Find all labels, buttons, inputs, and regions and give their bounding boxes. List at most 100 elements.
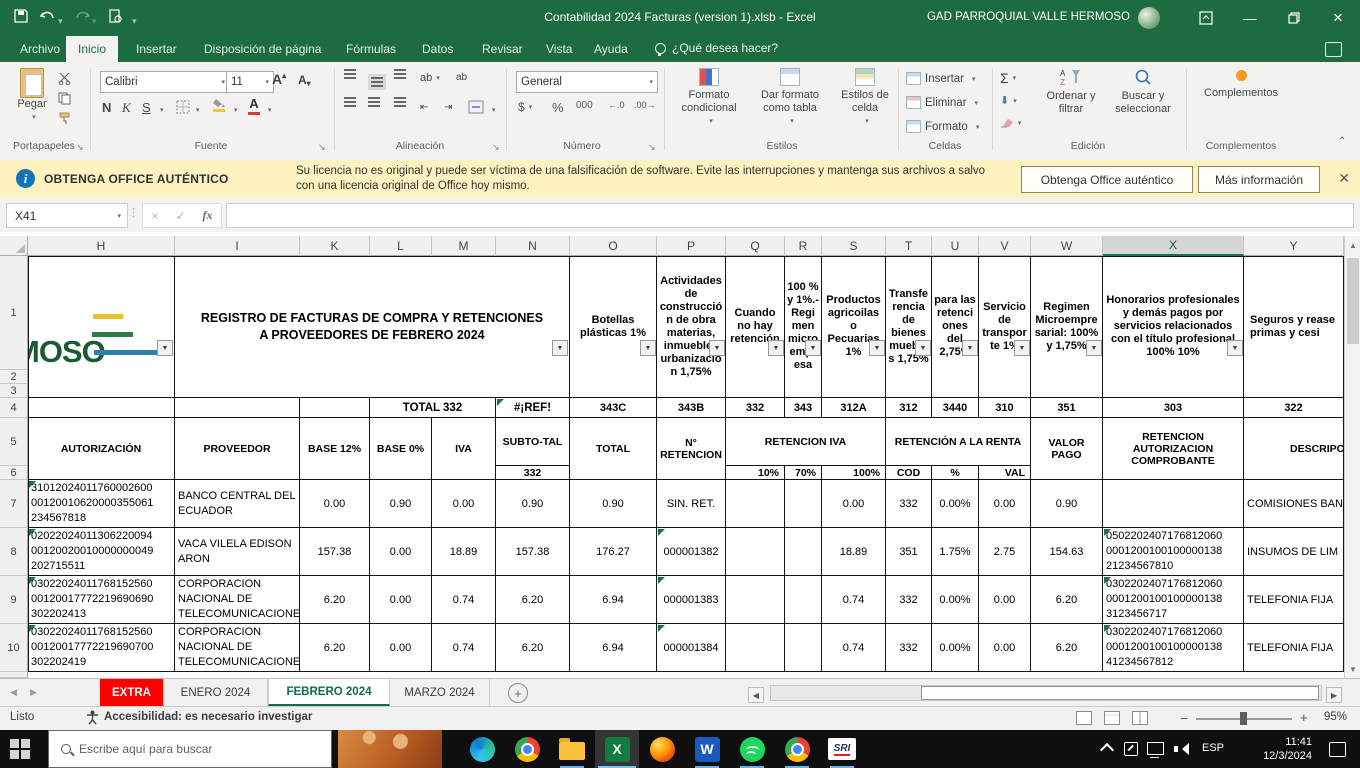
accessibility-status[interactable]: Accesibilidad: es necesario investigar bbox=[104, 711, 312, 723]
cell-H8[interactable]: 02022024011306220094 0012002001000000004… bbox=[28, 528, 175, 576]
header-retencion-iva[interactable]: RETENCION IVA bbox=[726, 418, 886, 466]
tab-disposicion[interactable]: Disposición de página bbox=[192, 36, 333, 62]
cell-Y1-header[interactable]: Seguros y rease primas y cesi bbox=[1244, 256, 1344, 398]
cell-T1-header[interactable]: Transferencia de bienes muebles 1,75% bbox=[886, 256, 932, 398]
cell-V8[interactable]: 2.75 bbox=[979, 528, 1031, 576]
cell-X4-code[interactable]: 303 bbox=[1103, 398, 1244, 418]
cell-H9[interactable]: 03022024011768152560 0012001777221969069… bbox=[28, 576, 175, 624]
column-header-M[interactable]: M bbox=[432, 236, 496, 256]
format-cells-button[interactable]: Formato ▾ bbox=[906, 120, 979, 133]
ribbon-display-options-icon[interactable] bbox=[1184, 0, 1228, 36]
wrap-text-icon[interactable]: ab bbox=[456, 72, 467, 83]
cell-K9[interactable]: 6.20 bbox=[300, 576, 370, 624]
cell-U10[interactable]: 0.00% bbox=[932, 624, 979, 672]
accounting-format-icon[interactable]: $ ▾ bbox=[518, 100, 532, 114]
cell-K8[interactable]: 157.38 bbox=[300, 528, 370, 576]
cell-Q4-code[interactable]: 332 bbox=[726, 398, 785, 418]
header-subtotal[interactable]: SUBTO-TAL bbox=[496, 418, 570, 466]
header-renta-pct[interactable]: % bbox=[932, 466, 979, 480]
cell-L7[interactable]: 0.90 bbox=[370, 480, 432, 528]
cell-K10[interactable]: 6.20 bbox=[300, 624, 370, 672]
insert-cells-button[interactable]: Insertar ▾ bbox=[906, 72, 976, 85]
cell-Q8[interactable] bbox=[726, 528, 785, 576]
column-header-T[interactable]: T bbox=[886, 236, 932, 256]
cell-W10[interactable]: 6.20 bbox=[1031, 624, 1103, 672]
cancel-entry-icon[interactable]: × bbox=[151, 209, 158, 223]
cell-H4[interactable] bbox=[28, 398, 175, 418]
taskbar-edge[interactable] bbox=[460, 730, 504, 768]
header-riva-100%[interactable]: 100% bbox=[822, 466, 886, 480]
bold-button[interactable]: N bbox=[102, 100, 111, 115]
account-avatar[interactable] bbox=[1138, 7, 1160, 29]
column-header-L[interactable]: L bbox=[370, 236, 432, 256]
header-n-retencion[interactable]: N° RETENCION bbox=[657, 418, 726, 480]
cell-Y10[interactable]: TELEFONIA FIJA bbox=[1244, 624, 1344, 672]
tab-inicio[interactable]: Inicio bbox=[66, 36, 119, 62]
cell-I9[interactable]: CORPORACION NACIONAL DE TELECOMUNICACION… bbox=[175, 576, 300, 624]
cell-M8[interactable]: 18.89 bbox=[432, 528, 496, 576]
fill-color-dropdown-icon[interactable]: ▾ bbox=[234, 106, 238, 114]
zoom-level[interactable]: 95% bbox=[1324, 711, 1347, 723]
column-header-H[interactable]: H bbox=[28, 236, 175, 256]
cell-K7[interactable]: 0.00 bbox=[300, 480, 370, 528]
page-layout-view-icon[interactable] bbox=[1104, 711, 1120, 725]
cell-K4[interactable] bbox=[300, 398, 370, 418]
cell-W4-code[interactable]: 351 bbox=[1031, 398, 1103, 418]
cell-M9[interactable]: 0.74 bbox=[432, 576, 496, 624]
cell-O10[interactable]: 6.94 bbox=[570, 624, 657, 672]
taskbar-sri[interactable]: SRI bbox=[820, 730, 864, 768]
cell-V10[interactable]: 0.00 bbox=[979, 624, 1031, 672]
fill-color-icon[interactable] bbox=[212, 98, 226, 112]
cell-L9[interactable]: 0.00 bbox=[370, 576, 432, 624]
cell-M10[interactable]: 0.74 bbox=[432, 624, 496, 672]
filter-dropdown-icon-11[interactable]: ▼ bbox=[1227, 340, 1243, 356]
paste-button[interactable]: Pegar ▾ bbox=[10, 68, 54, 124]
taskbar-chrome-secondary[interactable] bbox=[775, 730, 819, 768]
tray-pen-icon[interactable] bbox=[1124, 742, 1138, 756]
header-retencion-autorizacion[interactable]: RETENCION AUTORIZACION COMPROBANTE bbox=[1103, 418, 1244, 480]
tell-me-search[interactable]: ¿Qué desea hacer? bbox=[655, 41, 778, 56]
horizontal-scrollbar-thumb[interactable] bbox=[921, 686, 1319, 700]
find-select-button[interactable]: Buscar y seleccionar bbox=[1106, 68, 1180, 116]
cell-Y7[interactable]: COMISIONES BAN bbox=[1244, 480, 1344, 528]
scroll-down-icon[interactable]: ▼ bbox=[1345, 660, 1360, 678]
cell-X10[interactable]: 0302202407176812060 0001200100100000138 … bbox=[1103, 624, 1244, 672]
cell-N7[interactable]: 0.90 bbox=[496, 480, 570, 528]
header-base0[interactable]: BASE 0% bbox=[370, 418, 432, 480]
cell-X7[interactable] bbox=[1103, 480, 1244, 528]
cell-S7[interactable]: 0.00 bbox=[822, 480, 886, 528]
row-header-1[interactable]: 1 bbox=[0, 256, 28, 370]
filter-dropdown-icon-1[interactable]: ▼ bbox=[552, 340, 568, 356]
cell-R8[interactable] bbox=[785, 528, 822, 576]
accessibility-icon[interactable] bbox=[86, 710, 99, 728]
underline-button[interactable]: S bbox=[142, 100, 151, 115]
copy-icon[interactable] bbox=[58, 92, 71, 105]
header-riva-70%[interactable]: 70% bbox=[785, 466, 822, 480]
merge-center-icon[interactable] bbox=[468, 100, 484, 114]
filter-dropdown-icon-6[interactable]: ▼ bbox=[869, 340, 885, 356]
taskbar-widget-thumbnail[interactable] bbox=[338, 730, 442, 768]
header-subtotal-332[interactable]: 332 bbox=[496, 466, 570, 480]
filter-dropdown-icon-8[interactable]: ▼ bbox=[962, 340, 978, 356]
cell-P10[interactable]: 000001384 bbox=[657, 624, 726, 672]
account-name[interactable]: GAD PARROQUIAL VALLE HERMOSO bbox=[927, 11, 1130, 23]
comment-icon[interactable] bbox=[1325, 42, 1342, 57]
cell-O8[interactable]: 176.27 bbox=[570, 528, 657, 576]
header-iva[interactable]: IVA bbox=[432, 418, 496, 480]
cell-V4-code[interactable]: 310 bbox=[979, 398, 1031, 418]
get-office-button[interactable]: Obtenga Office auténtico bbox=[1021, 166, 1193, 193]
number-format-combo[interactable]: General ▾ bbox=[516, 71, 658, 93]
column-header-P[interactable]: P bbox=[657, 236, 726, 256]
volume-icon[interactable] bbox=[1174, 743, 1190, 755]
format-as-table-button[interactable]: Dar formato como tabla ▾ bbox=[750, 68, 830, 128]
cell-Q9[interactable] bbox=[726, 576, 785, 624]
column-header-K[interactable]: K bbox=[300, 236, 370, 256]
column-header-Q[interactable]: Q bbox=[726, 236, 785, 256]
header-riva-10%[interactable]: 10% bbox=[726, 466, 785, 480]
sheet-nav-left-icon[interactable]: ◀ bbox=[10, 687, 17, 698]
tab-ayuda[interactable]: Ayuda bbox=[582, 36, 640, 62]
cell-V9[interactable]: 0.00 bbox=[979, 576, 1031, 624]
scroll-up-icon[interactable]: ▲ bbox=[1345, 236, 1360, 254]
autosum-icon[interactable]: Σ ▾ bbox=[1000, 70, 1016, 86]
format-painter-icon[interactable] bbox=[58, 112, 71, 125]
